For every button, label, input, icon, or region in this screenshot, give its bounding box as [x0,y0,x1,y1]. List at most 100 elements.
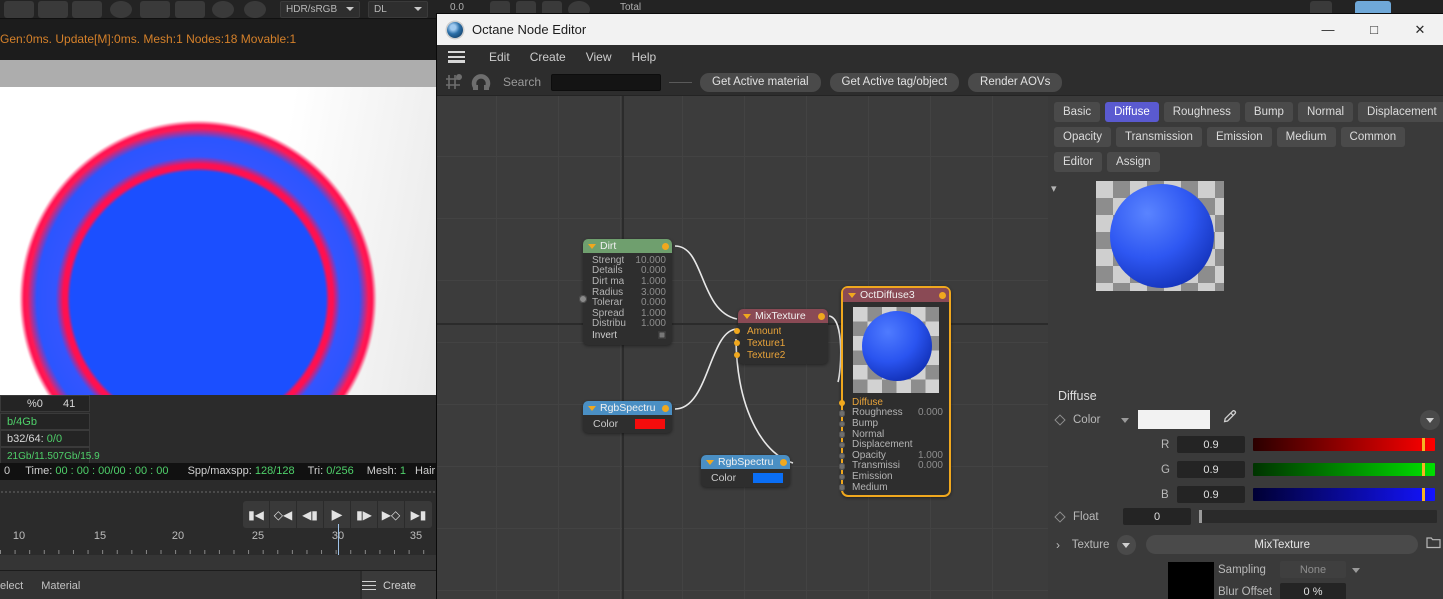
channel-slider-b[interactable] [1253,488,1435,501]
float-slider[interactable] [1199,510,1437,523]
host-tool-light-icon[interactable] [38,1,68,18]
prev-frame-icon[interactable]: ◀▮ [297,501,324,528]
tab-bump[interactable]: Bump [1244,102,1293,122]
node-dirt-output-port[interactable] [662,243,669,250]
render-aovs-button[interactable]: Render AOVs [968,72,1063,92]
folder-icon[interactable] [1426,536,1441,554]
menu-item-view[interactable]: View [576,50,622,64]
menu-item-edit[interactable]: Edit [479,50,520,64]
tab-editor[interactable]: Editor [1054,152,1103,172]
input-port-medium[interactable] [839,484,846,491]
channel-value-b[interactable]: 0.9 [1177,486,1245,503]
menu-item-create[interactable]: Create [520,50,576,64]
node-mixtexture-header[interactable]: MixTexture [738,309,828,323]
bottom-material-label[interactable]: Material [41,580,80,592]
slider-knob[interactable] [1199,510,1202,523]
preview-collapse-chevron-icon[interactable]: ▾ [1051,182,1057,195]
timeline-panel[interactable]: ▮◀ ◇◀ ◀▮ ▶ ▮▶ ▶◇ ▶▮ 10 15 20 25 30 35 [0,480,437,570]
host-tool-camera-icon[interactable] [175,1,205,18]
maximize-button[interactable]: □ [1351,14,1397,45]
host-tool-add-icon[interactable] [140,1,170,18]
float-value[interactable]: 0 [1123,508,1191,525]
node-dirt-header[interactable]: Dirt [583,239,672,253]
color-expand-caret-icon[interactable] [1119,413,1132,426]
node-octdiffuse3[interactable]: OctDiffuse3 Diffuse Roughness 0.000 Bump … [839,286,951,498]
slider-knob[interactable] [1422,438,1426,451]
host-tool-shade2-icon[interactable] [244,1,266,18]
node-rgbspectrum-red[interactable]: RgbSpectru Color [583,401,672,433]
host-tool-cube-icon[interactable] [72,1,102,18]
host-tool-select-icon[interactable] [4,1,34,18]
tab-opacity[interactable]: Opacity [1054,127,1111,147]
menu-item-help[interactable]: Help [622,50,667,64]
rgbspectrum-red-color-row[interactable]: Color [583,415,672,433]
node-rgbspectrum-red-header[interactable]: RgbSpectru [583,401,672,415]
goto-end-icon[interactable]: ▶▮ [405,501,432,528]
tab-basic[interactable]: Basic [1054,102,1101,122]
texture-expand-chevron-icon[interactable]: › [1056,538,1070,552]
blur-offset-value[interactable]: 0 % [1280,583,1346,599]
kernel-select[interactable]: DL [368,1,428,18]
tab-common[interactable]: Common [1340,127,1406,147]
minimize-button[interactable]: — [1305,14,1351,45]
sampling-select[interactable]: None [1280,561,1346,578]
timeline-track[interactable] [0,555,437,570]
search-input[interactable] [551,73,662,91]
window-title-bar[interactable]: Octane Node Editor — □ ✕ [437,14,1443,45]
node-octdiffuse3-header[interactable]: OctDiffuse3 [843,288,949,302]
next-key-icon[interactable]: ▶◇ [378,501,405,528]
color-swatch-blue[interactable] [753,473,783,483]
channel-value-g[interactable]: 0.9 [1177,461,1245,478]
color-swatch-red[interactable] [635,419,665,429]
node-graph-icon[interactable] [443,71,467,93]
tab-displacement[interactable]: Displacement [1358,102,1443,122]
prev-key-icon[interactable]: ◇◀ [270,501,297,528]
channel-slider-g[interactable] [1253,463,1435,476]
colorspace-select[interactable]: HDR/sRGB [280,1,360,18]
node-graph-canvas[interactable]: Dirt Strengt 10.000 Details 0.000 Dirt ma 1… [437,96,1048,599]
render-viewport[interactable] [0,60,437,395]
collapse-triangle-icon[interactable] [848,292,856,298]
collapse-triangle-icon[interactable] [588,405,596,411]
channel-slider-r[interactable] [1253,438,1435,451]
properties-panel[interactable]: Basic Diffuse Roughness Bump Normal Disp… [1048,96,1443,599]
editor-toolbar[interactable]: Search Get Active material Get Active ta… [437,69,1443,96]
sampling-caret-icon[interactable] [1350,563,1363,576]
texture-value[interactable]: MixTexture [1146,535,1418,554]
eyedropper-icon[interactable] [1221,409,1237,430]
color-menu-caret-icon[interactable] [1420,409,1440,430]
host-tool-sphere-icon[interactable] [110,1,132,18]
hamburger-menu-icon[interactable] [448,51,465,63]
tab-diffuse[interactable]: Diffuse [1105,102,1159,122]
bottom-select-label[interactable]: elect [0,580,23,592]
node-mixtexture[interactable]: MixTexture Amount Texture1 Texture2 [734,309,828,364]
goto-start-icon[interactable]: ▮◀ [243,501,270,528]
tab-transmission[interactable]: Transmission [1116,127,1202,147]
node-rgbspectrum-blue-header[interactable]: RgbSpectru [701,455,790,469]
tab-medium[interactable]: Medium [1276,127,1336,147]
input-port-roughness[interactable] [839,410,846,417]
node-rgbspectrum-blue-output-port[interactable] [780,459,787,466]
node-mixtexture-output-port[interactable] [818,313,825,320]
next-frame-icon[interactable]: ▮▶ [351,501,378,528]
menu-bar[interactable]: Edit Create View Help [437,45,1443,69]
octane-node-editor-window[interactable]: Octane Node Editor — □ ✕ Edit Create Vie… [437,14,1443,599]
color-swatch[interactable] [1138,410,1210,429]
rgbspectrum-blue-color-row[interactable]: Color [701,469,790,487]
timeline-playhead[interactable] [338,524,339,555]
host-tool-shade1-icon[interactable] [212,1,234,18]
texture-thumbnail[interactable] [1168,562,1214,599]
get-active-tag-object-button[interactable]: Get Active tag/object [829,72,960,92]
node-rgbspectrum-red-output-port[interactable] [662,405,669,412]
tab-emission[interactable]: Emission [1206,127,1272,147]
texture-type-caret-icon[interactable] [1116,534,1137,555]
magnet-icon[interactable] [469,71,493,93]
input-port-transmission[interactable] [839,463,846,470]
get-active-material-button[interactable]: Get Active material [700,72,821,92]
tab-assign[interactable]: Assign [1107,152,1160,172]
close-button[interactable]: ✕ [1397,14,1443,45]
collapse-triangle-icon[interactable] [588,243,596,249]
timeline-ruler[interactable]: 10 15 20 25 30 35 [0,530,437,555]
node-octdiffuse3-output-port[interactable] [939,292,946,299]
collapse-triangle-icon[interactable] [706,459,714,465]
